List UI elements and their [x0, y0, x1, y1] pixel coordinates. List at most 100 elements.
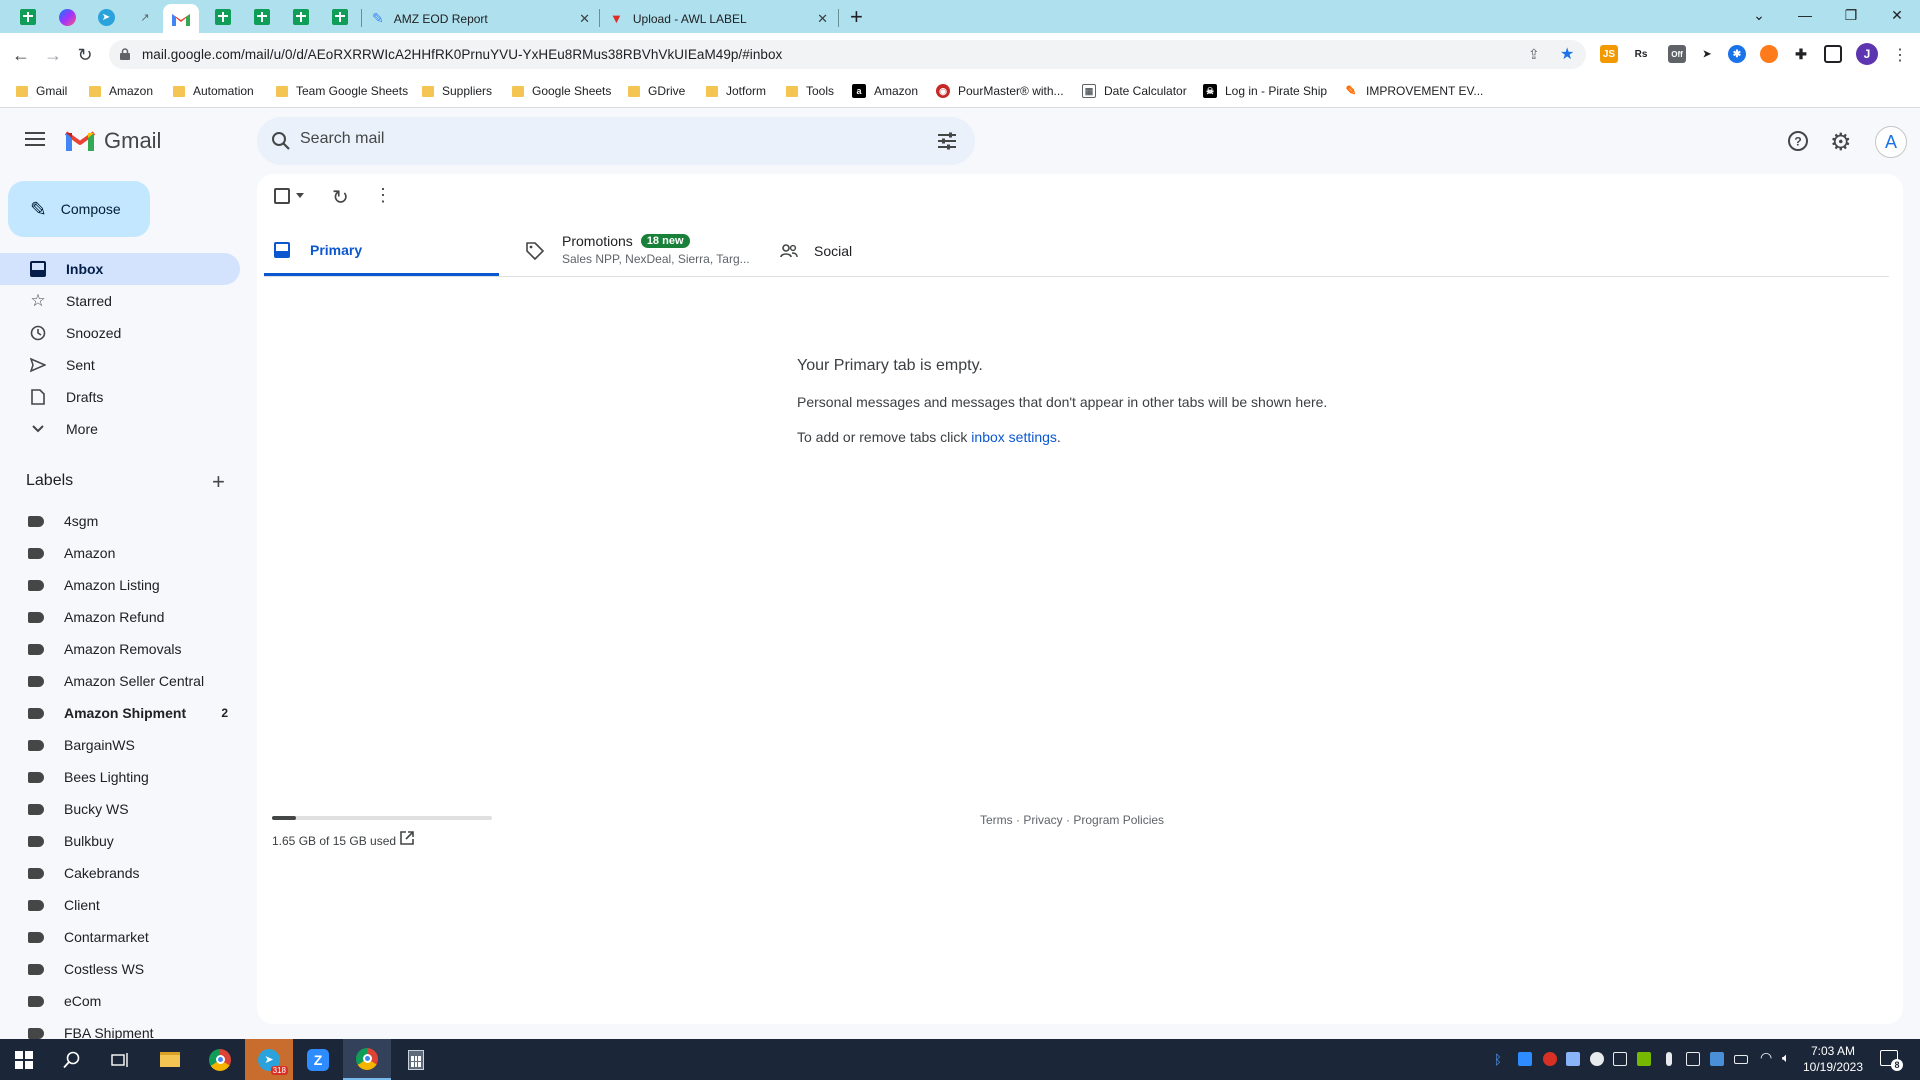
tray-box-icon[interactable] [1613, 1052, 1627, 1066]
start-button[interactable] [0, 1039, 48, 1080]
back-button[interactable]: ← [8, 42, 34, 68]
label-item[interactable]: Amazon Removals [0, 633, 240, 665]
url-text[interactable]: mail.google.com/mail/u/0/d/AEoRXRRWIcA2H… [142, 47, 782, 62]
zoom-tray-icon[interactable] [1518, 1052, 1532, 1066]
privacy-link[interactable]: Privacy [1023, 813, 1062, 827]
pinned-tab-sheets[interactable] [283, 4, 319, 30]
label-item[interactable]: Amazon Listing [0, 569, 240, 601]
pinned-tab-sheets[interactable] [322, 4, 358, 30]
bluetooth-icon[interactable]: ᛒ [1494, 1052, 1508, 1067]
pinned-tab-gmail[interactable] [163, 4, 199, 33]
tab-search-icon[interactable]: ⌄ [1736, 0, 1782, 30]
task-view-button[interactable] [96, 1039, 144, 1080]
minimize-button[interactable]: — [1782, 0, 1828, 30]
label-item[interactable]: Cakebrands [0, 857, 240, 889]
inbox-settings-link[interactable]: inbox settings [971, 429, 1057, 445]
nav-sent[interactable]: Sent [0, 349, 240, 381]
nav-snoozed[interactable]: Snoozed [0, 317, 240, 349]
browser-menu-icon[interactable]: ⋮ [1892, 45, 1908, 65]
taskbar-telegram[interactable]: ➤ 318 [245, 1039, 293, 1080]
nav-inbox[interactable]: Inbox [0, 253, 240, 285]
gmail-logo-icon[interactable] [64, 129, 96, 153]
add-label-icon[interactable]: + [212, 469, 225, 495]
battery-icon[interactable] [1734, 1055, 1748, 1064]
terms-link[interactable]: Terms [980, 813, 1013, 827]
extension-rs-icon[interactable]: Rs [1632, 45, 1650, 63]
more-options-icon[interactable]: ⋮ [374, 185, 392, 206]
label-item[interactable]: Amazon Refund [0, 601, 240, 633]
taskbar-zoom[interactable]: Z [294, 1039, 342, 1080]
tray-red-icon[interactable] [1543, 1052, 1557, 1066]
label-item[interactable]: Bucky WS [0, 793, 240, 825]
browser-tab-amz-eod[interactable]: ✎ AMZ EOD Report ✕ [362, 4, 600, 33]
taskbar-search-button[interactable] [48, 1039, 96, 1080]
extension-orange-icon[interactable] [1760, 45, 1778, 63]
bookmark-tools[interactable]: Tools [786, 82, 834, 100]
account-avatar[interactable]: A [1875, 126, 1907, 158]
bookmark-automation[interactable]: Automation [173, 82, 254, 100]
label-item[interactable]: Costless WS [0, 953, 240, 985]
tab-social[interactable]: Social [780, 226, 1015, 276]
microphone-icon[interactable] [1666, 1052, 1672, 1066]
profile-avatar[interactable]: J [1856, 43, 1878, 65]
select-all-checkbox[interactable] [274, 188, 290, 204]
label-item[interactable]: Bees Lighting [0, 761, 240, 793]
bookmark-suppliers[interactable]: Suppliers [422, 82, 492, 100]
label-item[interactable]: Contarmarket [0, 921, 240, 953]
extension-off-icon[interactable]: Off [1668, 45, 1686, 63]
bookmark-google-sheets[interactable]: Google Sheets [512, 82, 611, 100]
forward-button[interactable]: → [40, 42, 66, 68]
nav-more[interactable]: More [0, 413, 240, 445]
bookmark-date-calculator[interactable]: ▦ Date Calculator [1082, 82, 1187, 100]
extensions-puzzle-icon[interactable]: ✚ [1792, 45, 1810, 63]
label-item[interactable]: Amazon Seller Central [0, 665, 240, 697]
pinned-tab-messenger[interactable] [49, 4, 85, 30]
wifi-icon[interactable]: ◠ [1760, 1049, 1772, 1066]
label-item[interactable]: BargainWS [0, 729, 240, 761]
bookmark-pirate-ship[interactable]: ☠ Log in - Pirate Ship [1203, 82, 1327, 100]
clock[interactable]: 7:03 AM 10/19/2023 [1800, 1043, 1866, 1075]
taskbar-chrome[interactable] [196, 1039, 244, 1080]
tab-promotions[interactable]: Promotions 18 new Sales NPP, NexDeal, Si… [526, 226, 761, 276]
tray-blue-icon[interactable] [1710, 1052, 1724, 1066]
new-tab-button[interactable]: + [850, 4, 863, 30]
share-icon[interactable]: ⇪ [1528, 46, 1540, 63]
label-item[interactable]: 4sgm [0, 505, 240, 537]
label-item[interactable]: Amazon [0, 537, 240, 569]
select-dropdown-icon[interactable] [296, 193, 304, 198]
side-panel-icon[interactable] [1824, 45, 1842, 63]
notifications-icon[interactable]: 8 [1880, 1050, 1903, 1071]
bookmark-improvement[interactable]: ✎ IMPROVEMENT EV... [1344, 82, 1484, 100]
bookmark-team-google-sheets[interactable]: Team Google Sheets [276, 82, 408, 100]
extension-circle-icon[interactable]: ✱ [1728, 45, 1746, 63]
label-item[interactable]: Amazon Shipment 2 [0, 697, 240, 729]
pinned-tab-sheets[interactable] [244, 4, 280, 30]
label-item[interactable]: eCom [0, 985, 240, 1017]
taskbar-file-explorer[interactable] [146, 1039, 194, 1080]
label-item[interactable]: Client [0, 889, 240, 921]
open-external-icon[interactable] [400, 831, 414, 845]
bookmark-gdrive[interactable]: GDrive [628, 82, 685, 100]
nvidia-icon[interactable] [1637, 1052, 1651, 1066]
bookmark-amazon-folder[interactable]: Amazon [89, 82, 153, 100]
pinned-tab-sheets[interactable] [205, 4, 241, 30]
compose-button[interactable]: ✎ Compose [8, 181, 150, 237]
search-options-icon[interactable] [937, 131, 957, 151]
pinned-tab-sheets[interactable] [10, 4, 46, 30]
bookmark-amazon[interactable]: a Amazon [852, 82, 918, 100]
search-input[interactable]: Search mail [300, 130, 384, 148]
nav-drafts[interactable]: Drafts [0, 381, 240, 413]
close-tab-icon[interactable]: ✕ [817, 11, 828, 27]
label-item[interactable]: Bulkbuy [0, 825, 240, 857]
browser-tab-upload[interactable]: ▼ Upload - AWL LABEL ✕ [600, 4, 838, 33]
tray-monitor-icon[interactable] [1686, 1052, 1700, 1066]
close-tab-icon[interactable]: ✕ [579, 11, 590, 27]
tab-primary[interactable]: Primary [264, 226, 499, 276]
extension-cursor-icon[interactable]: ➤ [1698, 45, 1716, 63]
nav-starred[interactable]: ☆ Starred [0, 285, 240, 317]
extension-js-icon[interactable]: JS [1600, 45, 1618, 63]
bookmark-star-icon[interactable]: ★ [1560, 44, 1574, 64]
onedrive-icon[interactable] [1590, 1052, 1604, 1066]
bookmark-pourmaster[interactable]: ◉ PourMaster® with... [936, 82, 1064, 100]
help-icon[interactable]: ? [1787, 130, 1809, 152]
